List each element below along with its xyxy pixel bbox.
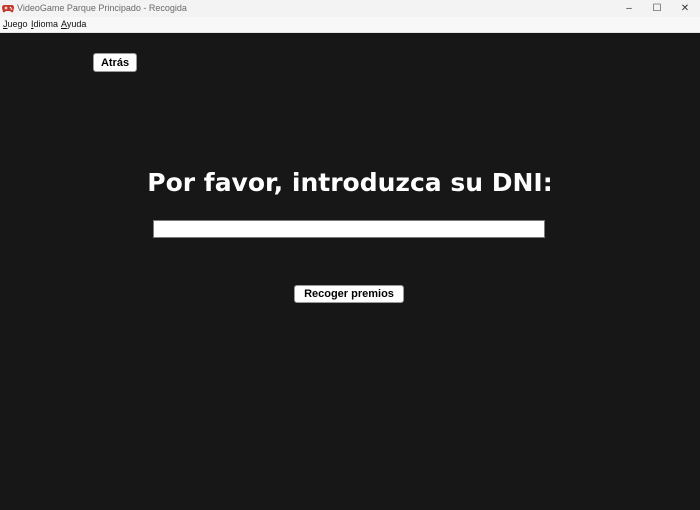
dni-prompt: Por favor, introduzca su DNI:	[147, 168, 553, 197]
back-button[interactable]: Atrás	[93, 53, 137, 72]
minimize-button[interactable]: –	[615, 0, 643, 17]
dni-input[interactable]	[153, 220, 545, 238]
menu-idioma[interactable]: Idioma	[31, 19, 58, 30]
collect-prizes-button[interactable]: Recoger premios	[294, 285, 404, 303]
menu-juego[interactable]: Juego	[3, 19, 28, 30]
gamepad-icon	[2, 5, 14, 13]
maximize-button[interactable]: ☐	[643, 0, 671, 17]
title-bar: VideoGame Parque Principado - Recogida –…	[0, 0, 700, 17]
menu-ayuda[interactable]: Ayuda	[61, 19, 86, 30]
close-button[interactable]: ✕	[671, 0, 699, 17]
menu-bar: Juego Idioma Ayuda	[0, 17, 700, 33]
window-title: VideoGame Parque Principado - Recogida	[17, 3, 187, 13]
